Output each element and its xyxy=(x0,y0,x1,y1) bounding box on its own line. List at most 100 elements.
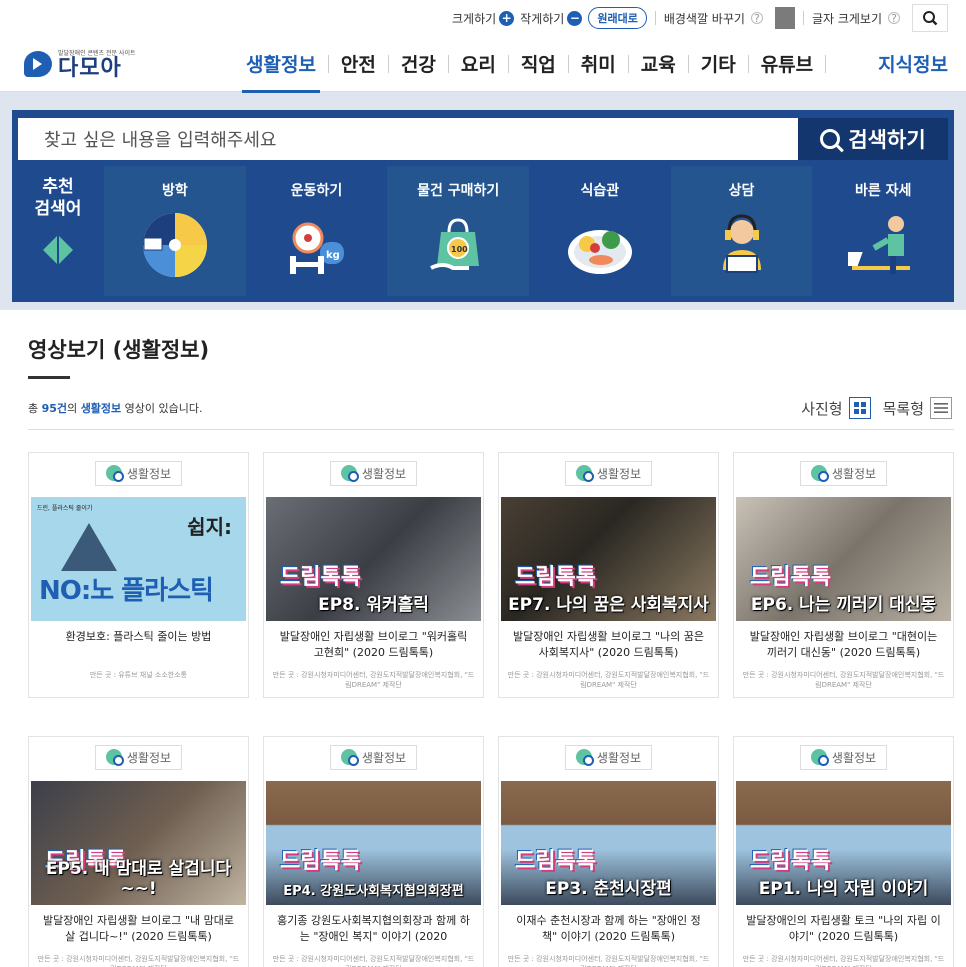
svg-text:100: 100 xyxy=(451,245,468,254)
magnifier-globe-icon xyxy=(340,749,359,766)
count-number: 95건 xyxy=(41,402,68,415)
video-card[interactable]: 생활정보 드림톡톡 EP4. 강원도사회복지협의회장편 홍기종 강원도사회복지협… xyxy=(263,736,484,967)
keyword-eating-habits[interactable]: 식습관 xyxy=(529,166,671,296)
list-view-label[interactable]: 목록형 xyxy=(883,398,924,419)
category-tag-label: 생활정보 xyxy=(596,750,642,765)
video-title[interactable]: 발달장애인의 자립생활 토크 "나의 자립 이야기" (2020 드림톡톡) xyxy=(734,905,953,949)
keyword-label: 운동하기 xyxy=(290,183,343,199)
divider xyxy=(825,54,827,73)
prev-arrow-icon[interactable] xyxy=(43,236,57,265)
video-title[interactable]: 환경보호: 플라스틱 줄이는 방법 xyxy=(29,621,248,665)
video-title[interactable]: 발달장애인 자립생활 브이로그 "내 맘대로 살 겁니다~!" (2020 드림… xyxy=(29,905,248,949)
video-title[interactable]: 홍기종 강원도사회복지협의회장과 함께 하는 "장애인 복지" 이야기 (202… xyxy=(264,905,483,949)
video-maker: 만든 곳 : 강원시청자미디어센터, 강원도지적발달장애인복지협회, "드림DR… xyxy=(507,671,710,689)
video-card[interactable]: 생활정보 드림톡톡 EP1. 나의 자립 이야기 발달장애인의 자립생활 토크 … xyxy=(733,736,954,967)
video-card[interactable]: 생활정보 드린, 플라스틱 줄이기 쉽지: NO:노 플라스틱 환경보호: 플라… xyxy=(28,452,249,698)
bg-color-swatch[interactable] xyxy=(774,7,795,29)
thumbnail-caption: EP1. 나의 자립 이야기 xyxy=(758,879,929,899)
grid-view-button[interactable] xyxy=(848,397,871,419)
font-size-label[interactable]: 글자 크게보기 xyxy=(812,10,882,27)
keyword-exercise[interactable]: 운동하기 kg xyxy=(246,166,388,296)
category-tag-label: 생활정보 xyxy=(361,466,407,481)
main-nav: 생활정보 안전 건강 요리 직업 취미 교육 기타 유튜브 지식정보 xyxy=(234,36,948,93)
keyword-label: 물건 구매하기 xyxy=(417,183,500,199)
search-input[interactable]: 찾고 싶은 내용을 입력해주세요 xyxy=(18,118,798,160)
keyword-vacation[interactable]: 방학 xyxy=(104,166,246,296)
recommended-heading-line1: 추천 xyxy=(42,177,74,197)
search-icon xyxy=(923,11,938,26)
video-thumbnail[interactable]: 드림톡톡 EP4. 강원도사회복지협의회장편 xyxy=(266,781,481,905)
nav-item-knowledge[interactable]: 지식정보 xyxy=(878,50,948,77)
video-maker: 만든 곳 : 강원시청자미디어센터, 강원도지적발달장애인복지협회, "드림DR… xyxy=(272,955,475,967)
video-thumbnail[interactable]: 드림톡톡 EP8. 워커홀릭 xyxy=(266,497,481,621)
video-card[interactable]: 생활정보 드림톡톡 EP6. 나는 끼러기 대신동 발달장애인 자립생활 브이로… xyxy=(733,452,954,698)
nav-item-job[interactable]: 직업 xyxy=(509,36,568,92)
video-thumbnail[interactable]: 드림톡톡 EP7. 나의 꿈은 사회복지사 xyxy=(501,497,716,621)
thumbnail-headline: NO:노 플라스틱 xyxy=(39,576,214,606)
video-maker: 만든 곳 : 강원시청자미디어센터, 강원도지적발달장애인복지협회, "드림DR… xyxy=(742,671,945,689)
thumbnail-top-text: 드린, 플라스틱 줄이기 xyxy=(37,505,93,512)
thumbnail-caption: EP7. 나의 꿈은 사회복지사 xyxy=(508,595,709,615)
photo-view-label[interactable]: 사진형 xyxy=(801,398,842,419)
video-title[interactable]: 발달장애인 자립생활 브이로그 "대현이는 끼러기 대신동" (2020 드림톡… xyxy=(734,621,953,665)
video-maker: 만든 곳 : 강원시청자미디어센터, 강원도지적발달장애인복지협회, "드림DR… xyxy=(37,955,240,967)
nav-item-health[interactable]: 건강 xyxy=(389,36,448,92)
nav-item-hobby[interactable]: 취미 xyxy=(569,36,628,92)
help-icon[interactable]: ? xyxy=(888,12,900,25)
keyword-label: 방학 xyxy=(161,183,188,199)
keyword-label: 식습관 xyxy=(580,183,620,199)
category-tag: 생활정보 xyxy=(264,453,483,493)
keyword-counseling[interactable]: 상담 xyxy=(670,166,813,296)
search-band: 찾고 싶은 내용을 입력해주세요 검색하기 추천 검색어 방학 운동하기 kg … xyxy=(0,92,966,310)
site-logo[interactable]: 발달장애인 콘텐츠 전문 사이트 다모아 xyxy=(24,48,204,80)
dreamtalk-logo: 드림톡톡 xyxy=(280,565,361,590)
bg-color-label[interactable]: 배경색깔 바꾸기 xyxy=(664,10,745,27)
video-card[interactable]: 생활정보 드림톡톡 EP8. 워커홀릭 발달장애인 자립생활 브이로그 "워커홀… xyxy=(263,452,484,698)
video-card[interactable]: 생활정보 드림톡톡 EP3. 춘천시장편 이재수 춘천시장과 함께 하는 "장애… xyxy=(498,736,719,967)
video-card[interactable]: 생활정보 드림톡톡 EP5. 내 맘대로 살겁니다~~! 발달장애인 자립생활 … xyxy=(28,736,249,967)
next-arrow-icon[interactable] xyxy=(59,236,73,265)
category-tag: 생활정보 xyxy=(29,737,248,777)
category-tag: 생활정보 xyxy=(734,453,953,493)
nav-item-youtube[interactable]: 유튜브 xyxy=(749,36,825,92)
video-thumbnail[interactable]: 드린, 플라스틱 줄이기 쉽지: NO:노 플라스틱 xyxy=(31,497,246,621)
category-tag: 생활정보 xyxy=(29,453,248,493)
video-title[interactable]: 발달장애인 자립생활 브이로그 "워커홀릭 고현희" (2020 드림톡톡) xyxy=(264,621,483,665)
category-tag-label: 생활정보 xyxy=(361,750,407,765)
dreamtalk-logo: 드림톡톡 xyxy=(515,849,596,874)
divider xyxy=(654,11,656,25)
video-maker: 만든 곳 : 유튜브 채널 소소한소통 xyxy=(89,671,188,679)
thumbnail-caption: EP3. 춘천시장편 xyxy=(545,879,672,899)
nav-item-cooking[interactable]: 요리 xyxy=(449,36,508,92)
reset-zoom-button[interactable]: 원래대로 xyxy=(588,7,647,29)
logo-mark-icon xyxy=(24,50,52,77)
video-title[interactable]: 이재수 춘천시장과 함께 하는 "장애인 정책" 이야기 (2020 드림톡톡) xyxy=(499,905,718,949)
keyword-posture[interactable]: 바른 자세 xyxy=(812,166,954,296)
nav-item-education[interactable]: 교육 xyxy=(629,36,688,92)
logo-name: 다모아 xyxy=(58,55,122,81)
grid-icon xyxy=(853,402,866,414)
video-thumbnail[interactable]: 드림톡톡 EP5. 내 맘대로 살겁니다~~! xyxy=(31,781,246,905)
keyword-shopping[interactable]: 물건 구매하기 100 xyxy=(387,166,530,296)
magnifier-globe-icon xyxy=(575,749,594,766)
category-tag: 생활정보 xyxy=(734,737,953,777)
list-view-button[interactable] xyxy=(930,397,952,419)
zoom-in-control[interactable]: 크게하기 + xyxy=(452,10,515,27)
nav-item-etc[interactable]: 기타 xyxy=(689,36,748,92)
video-thumbnail[interactable]: 드림톡톡 EP1. 나의 자립 이야기 xyxy=(736,781,951,905)
plus-icon[interactable]: + xyxy=(499,10,515,26)
video-thumbnail[interactable]: 드림톡톡 EP3. 춘천시장편 xyxy=(501,781,716,905)
nav-item-life[interactable]: 생활정보 xyxy=(234,36,328,93)
minus-icon[interactable]: − xyxy=(567,10,583,26)
dreamtalk-logo: 드림톡톡 xyxy=(515,565,596,590)
help-icon[interactable]: ? xyxy=(750,12,763,25)
search-toggle-button[interactable] xyxy=(912,4,948,32)
video-title[interactable]: 발달장애인 자립생활 브이로그 "나의 꿈은 사회복지사" (2020 드림톡톡… xyxy=(499,621,718,665)
search-button[interactable]: 검색하기 xyxy=(798,118,948,160)
zoom-out-control[interactable]: 작게하기 − xyxy=(520,10,583,27)
site-header: 발달장애인 콘텐츠 전문 사이트 다모아 생활정보 안전 건강 요리 직업 취미… xyxy=(0,36,966,93)
video-thumbnail[interactable]: 드림톡톡 EP6. 나는 끼러기 대신동 xyxy=(736,497,951,621)
category-tag-label: 생활정보 xyxy=(126,466,172,481)
video-card[interactable]: 생활정보 드림톡톡 EP7. 나의 꿈은 사회복지사 발달장애인 자립생활 브이… xyxy=(498,452,719,698)
nav-item-safety[interactable]: 안전 xyxy=(329,36,388,92)
